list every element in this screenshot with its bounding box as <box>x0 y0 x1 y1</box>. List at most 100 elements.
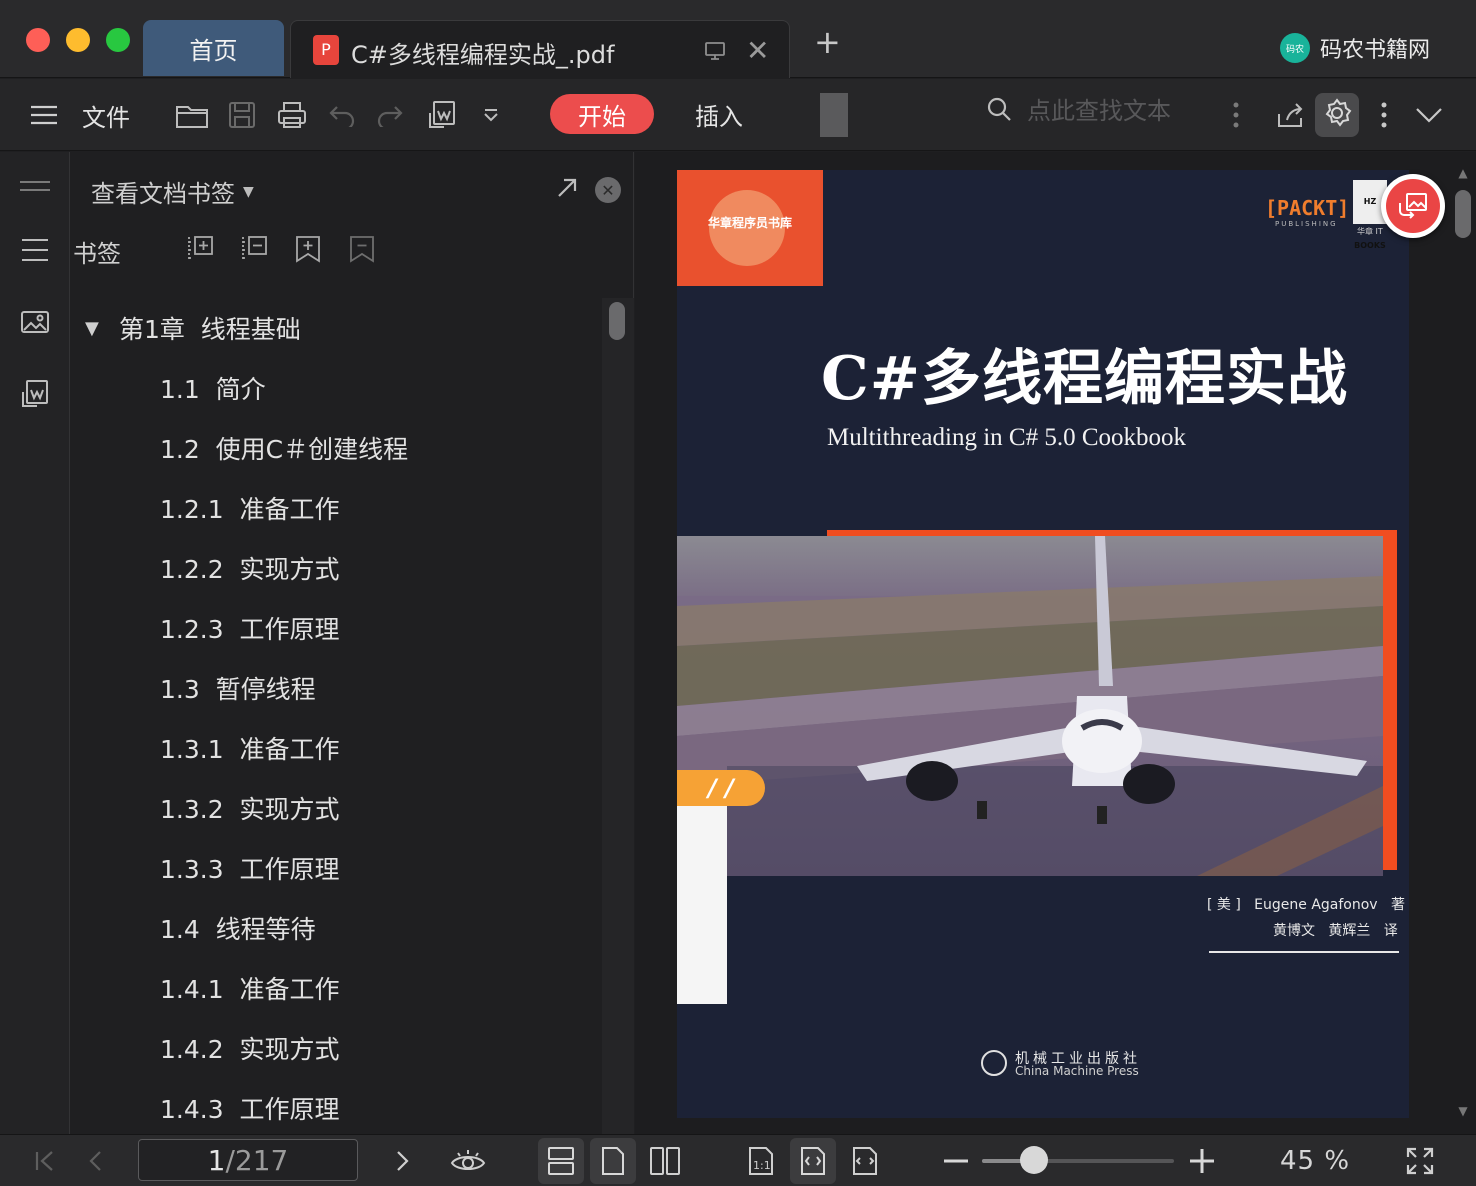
status-bar: 1/217 1:1 45 % <box>0 1134 1476 1186</box>
undo-icon[interactable] <box>324 79 360 151</box>
outline-scrollbar[interactable] <box>602 298 634 1134</box>
toolbar-dropdown-icon[interactable] <box>476 79 506 151</box>
zoom-slider[interactable] <box>982 1159 1174 1163</box>
settings-button[interactable] <box>1315 93 1359 137</box>
pdf-file-icon: P <box>313 35 339 65</box>
outline-item[interactable]: 1.4.3 工作原理 <box>71 1078 601 1138</box>
tab-home[interactable]: 首页 <box>143 20 284 76</box>
total-pages: 217 <box>234 1143 289 1177</box>
outline-item[interactable]: 1.2.3 工作原理 <box>71 598 601 658</box>
popout-arrow-icon[interactable] <box>555 176 579 204</box>
add-bookmark-icon[interactable] <box>293 234 323 264</box>
next-page-icon[interactable] <box>388 1135 418 1186</box>
outline-item[interactable]: 1.2.1 准备工作 <box>71 478 601 538</box>
publisher-logo-icon <box>981 1050 1007 1076</box>
outline-item-label: 1.1 简介 <box>160 375 266 404</box>
continuous-view-button[interactable] <box>538 1138 584 1184</box>
more-icon[interactable] <box>1226 79 1246 151</box>
hamburger-icon[interactable] <box>26 79 62 151</box>
cover-translator-line: 黄博文 黄辉兰 译 <box>1273 923 1398 939</box>
bookmarks-label: 书签 <box>73 240 121 268</box>
outline-item[interactable]: 1.1 简介 <box>71 358 601 418</box>
outline-item[interactable]: 1.3.1 准备工作 <box>71 718 601 778</box>
actual-size-button[interactable]: 1:1 <box>738 1138 784 1184</box>
panel-title-label: 查看文档书签 <box>91 180 235 208</box>
presentation-icon[interactable] <box>703 39 727 67</box>
zoom-in-icon[interactable] <box>1186 1135 1218 1186</box>
folder-icon[interactable] <box>172 79 212 151</box>
zoom-slider-handle[interactable] <box>1019 1146 1048 1174</box>
outline-item-label: 1.4 线程等待 <box>160 915 316 944</box>
outline-scroll-thumb[interactable] <box>609 302 625 340</box>
collapse-all-icon[interactable] <box>239 234 269 264</box>
title-bar: 首页 P C#多线程编程实战_.pdf ✕ + 码农 码农书籍网 <box>0 0 1476 78</box>
more-options-icon[interactable] <box>1374 79 1394 151</box>
scroll-down-arrow-icon[interactable]: ▼ <box>1455 1104 1471 1118</box>
expand-all-icon[interactable] <box>185 234 215 264</box>
thumbnail-image-icon[interactable] <box>15 302 55 342</box>
fit-width-button[interactable] <box>842 1138 888 1184</box>
panel-title-dropdown[interactable]: 查看文档书签 ▼ <box>91 174 254 209</box>
outline-item[interactable]: 1.4.1 准备工作 <box>71 958 601 1018</box>
airplane-photo <box>677 536 1383 876</box>
outline-item[interactable]: 1.3.3 工作原理 <box>71 838 601 898</box>
cover-orange-tab: / / <box>677 770 765 806</box>
page-number-field[interactable]: 1/217 <box>138 1139 358 1181</box>
fit-page-button[interactable] <box>790 1138 836 1184</box>
first-page-icon[interactable] <box>30 1135 60 1186</box>
floating-convert-button[interactable] <box>1381 174 1445 238</box>
redo-icon[interactable] <box>372 79 408 151</box>
close-tab-icon[interactable]: ✕ <box>746 37 769 65</box>
export-icon[interactable] <box>422 79 462 151</box>
collapse-panel-icon[interactable] <box>15 166 55 206</box>
chevron-down-icon[interactable] <box>1412 79 1446 151</box>
tab-home-label: 首页 <box>189 36 238 65</box>
toolbar-overflow-handle[interactable] <box>820 93 848 137</box>
new-tab-button[interactable]: + <box>814 26 841 58</box>
publisher-name-en: China Machine Press <box>1015 1064 1139 1078</box>
outline-item[interactable]: 1.3 暂停线程 <box>71 658 601 718</box>
tab-insert[interactable]: 插入 <box>695 94 743 134</box>
outline-item[interactable]: 1.4.2 实现方式 <box>71 1018 601 1078</box>
outline-item-label: 1.2 使用C＃创建线程 <box>160 435 409 464</box>
pdf-page-1[interactable]: 华章程序员书库 [PACKT] PUBLISHING HZ BOOKS 华章 I… <box>677 170 1409 1118</box>
zoom-level[interactable]: 45 % <box>1280 1135 1350 1186</box>
remove-bookmark-icon[interactable] <box>347 234 377 264</box>
outline-item[interactable]: 1.2.2 实现方式 <box>71 538 601 598</box>
eye-protection-icon[interactable] <box>448 1135 488 1186</box>
outline-list-icon[interactable] <box>15 230 55 270</box>
file-menu[interactable]: 文件 <box>78 79 134 151</box>
convert-image-icon <box>1386 179 1440 233</box>
close-panel-icon[interactable]: ✕ <box>595 177 621 203</box>
tab-document[interactable]: P C#多线程编程实战_.pdf ✕ <box>290 20 790 78</box>
search-box[interactable] <box>985 95 1197 127</box>
search-input[interactable] <box>1027 97 1197 125</box>
outline-item[interactable]: 1.4 线程等待 <box>71 898 601 958</box>
outline-item-label: 1.3 暂停线程 <box>160 675 316 704</box>
brand[interactable]: 码农 码农书籍网 <box>1280 32 1430 64</box>
single-page-view-button[interactable] <box>590 1138 636 1184</box>
cover-orange-side <box>1383 530 1397 870</box>
close-window-button[interactable] <box>26 28 50 52</box>
minimize-window-button[interactable] <box>66 28 90 52</box>
fullscreen-icon[interactable] <box>1402 1135 1438 1186</box>
previous-page-icon[interactable] <box>80 1135 110 1186</box>
current-page: 1 <box>207 1143 226 1177</box>
expand-arrow-icon[interactable]: ▼ <box>85 318 99 339</box>
save-icon[interactable] <box>222 79 262 151</box>
zoom-window-button[interactable] <box>106 28 130 52</box>
scroll-up-arrow-icon[interactable]: ▲ <box>1455 166 1471 180</box>
document-scroll-thumb[interactable] <box>1455 190 1471 238</box>
two-page-view-button[interactable] <box>642 1138 688 1184</box>
zoom-out-icon[interactable] <box>940 1135 972 1186</box>
side-rail <box>0 152 70 1134</box>
sign-document-icon[interactable] <box>15 374 55 414</box>
print-icon[interactable] <box>272 79 312 151</box>
share-icon[interactable] <box>1272 79 1308 151</box>
packt-logo: [PACKT] <box>1265 196 1350 220</box>
tab-start[interactable]: 开始 <box>550 94 654 134</box>
outline-item[interactable]: 1.2 使用C＃创建线程 <box>71 418 601 478</box>
brand-name: 码农书籍网 <box>1320 38 1431 63</box>
outline-item[interactable]: 1.3.2 实现方式 <box>71 778 601 838</box>
outline-item[interactable]: ▼ 第1章 线程基础 <box>71 298 601 358</box>
